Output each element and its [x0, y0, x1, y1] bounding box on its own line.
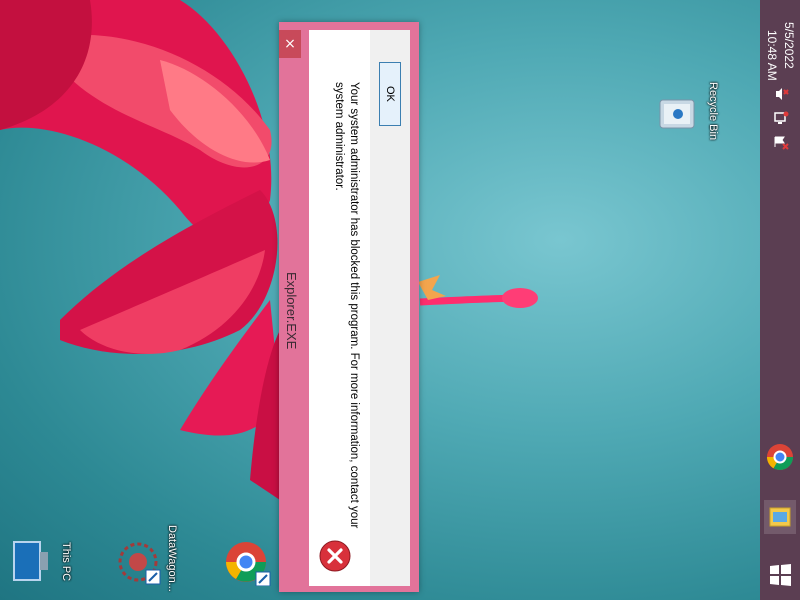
dialog-message: Your system administrator has blocked th… — [333, 82, 360, 529]
recycle-bin-icon[interactable] — [656, 94, 700, 134]
desktop-icon-label[interactable]: Recycle Bin — [707, 82, 719, 140]
chrome-taskbar-icon[interactable] — [764, 440, 796, 474]
clock-time[interactable]: 10:48 AM — [765, 30, 779, 81]
network-icon[interactable] — [773, 110, 789, 126]
clock-date[interactable]: 5/5/2022 — [782, 22, 796, 69]
desktop-icon-label[interactable]: This PC — [60, 542, 72, 581]
datawagon-icon[interactable] — [116, 540, 162, 586]
desktop-icon-label[interactable]: DataWagon... — [166, 525, 178, 592]
ok-button[interactable]: OK — [379, 62, 401, 126]
this-pc-icon[interactable] — [10, 538, 52, 586]
chrome-icon[interactable] — [222, 540, 272, 587]
windows-start-icon[interactable] — [764, 558, 796, 592]
file-explorer-taskbar-icon[interactable] — [764, 500, 796, 534]
close-button[interactable]: × — [279, 30, 301, 58]
error-icon — [319, 540, 351, 572]
dialog-title: Explorer.EXE — [284, 272, 299, 350]
volume-muted-icon[interactable] — [773, 86, 789, 102]
action-center-icon[interactable] — [773, 134, 789, 150]
error-dialog: × Explorer.EXE Your system administrator… — [279, 22, 419, 592]
